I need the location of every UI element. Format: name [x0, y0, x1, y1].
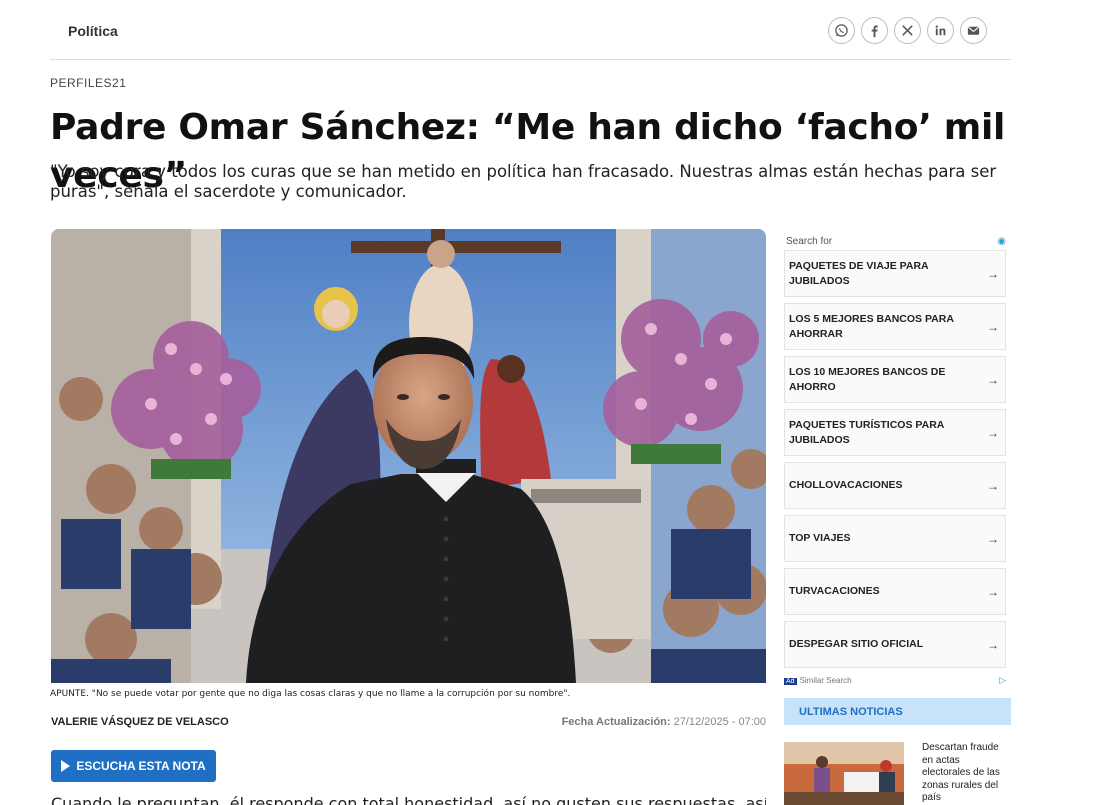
facebook-icon[interactable] — [861, 17, 888, 44]
ad-header-label: Search for — [786, 235, 833, 247]
ad-link-label: PAQUETES TURÍSTICOS PARA JUBILADOS — [789, 418, 944, 446]
x-icon[interactable] — [894, 17, 921, 44]
ad-link[interactable]: CHOLLOVACACIONES → — [784, 462, 1006, 509]
arrow-right-icon: → — [987, 478, 999, 493]
share-buttons — [828, 17, 987, 44]
whatsapp-icon[interactable] — [828, 17, 855, 44]
update-date: Fecha Actualización: 27/12/2025 - 07:00 — [562, 716, 766, 728]
update-label: Fecha Actualización: — [561, 716, 671, 728]
arrow-right-icon: → — [987, 372, 999, 387]
ad-link[interactable]: TOP VIAJES → — [784, 515, 1006, 562]
news-thumbnail[interactable] — [784, 742, 904, 805]
news-photo — [784, 742, 904, 805]
ad-link-label: TOP VIAJES — [789, 532, 851, 544]
ad-link-label: PAQUETES DE VIAJE PARA JUBILADOS — [789, 259, 929, 287]
ad-link[interactable]: TURVACACIONES → — [784, 568, 1006, 615]
arrow-right-icon: → — [987, 319, 999, 334]
ad-link[interactable]: DESPEGAR SITIO OFICIAL → — [784, 621, 1006, 668]
play-icon — [61, 760, 71, 772]
hero-photo — [51, 229, 766, 683]
ad-link[interactable]: PAQUETES TURÍSTICOS PARA JUBILADOS → — [784, 409, 1006, 456]
ad-link[interactable]: LOS 10 MEJORES BANCOS DE AHORRO → — [784, 356, 1006, 403]
ad-footer: Ad Similar Search ▷ — [784, 673, 1006, 687]
latest-news-header: ULTIMAS NOTICIAS — [784, 698, 1011, 725]
article-deck: "Yo soy cura y todos los curas que se ha… — [50, 162, 997, 201]
arrow-right-icon: → — [987, 531, 999, 546]
listen-label: ESCUCHA ESTA NOTA — [76, 759, 206, 773]
ad-footer-label: Similar Search — [799, 675, 852, 685]
top-bar: Política — [50, 0, 1011, 60]
ad-link-label: LOS 5 MEJORES BANCOS PARA AHORRAR — [789, 312, 954, 340]
eye-icon[interactable]: ◉ — [997, 236, 1006, 247]
update-value: 27/12/2025 - 07:00 — [673, 716, 766, 728]
ad-header: Search for ◉ — [784, 232, 1006, 250]
mail-icon[interactable] — [960, 17, 987, 44]
arrow-right-icon: → — [987, 637, 999, 652]
ad-link[interactable]: LOS 5 MEJORES BANCOS PARA AHORRAR → — [784, 303, 1006, 350]
ad-link-label: TURVACACIONES — [789, 585, 880, 597]
article-author[interactable]: VALERIE VÁSQUEZ DE VELASCO — [51, 716, 229, 728]
news-item-title[interactable]: Descartan fraude en actas electorales de… — [922, 742, 1007, 805]
ad-link-label: LOS 10 MEJORES BANCOS DE AHORRO — [789, 365, 946, 393]
hero-image[interactable] — [51, 229, 766, 683]
arrow-right-icon: → — [987, 584, 999, 599]
article-kicker[interactable]: PERFILES21 — [50, 76, 126, 90]
ad-badge: Ad — [784, 677, 797, 685]
article-body: Cuando le preguntan, él responde con tot… — [51, 794, 766, 805]
ad-link[interactable]: PAQUETES DE VIAJE PARA JUBILADOS → — [784, 250, 1006, 297]
image-caption: APUNTE. "No se puede votar por gente que… — [50, 689, 571, 699]
ad-link-label: CHOLLOVACACIONES — [789, 479, 903, 491]
ad-link-label: DESPEGAR SITIO OFICIAL — [789, 638, 924, 650]
arrow-right-icon: → — [987, 266, 999, 281]
adchoices-icon[interactable]: ▷ — [999, 675, 1006, 686]
arrow-right-icon: → — [987, 425, 999, 440]
section-label[interactable]: Política — [68, 23, 118, 39]
linkedin-icon[interactable] — [927, 17, 954, 44]
listen-button[interactable]: ESCUCHA ESTA NOTA — [51, 750, 216, 782]
sponsored-search-ad: Search for ◉ PAQUETES DE VIAJE PARA JUBI… — [784, 232, 1006, 687]
